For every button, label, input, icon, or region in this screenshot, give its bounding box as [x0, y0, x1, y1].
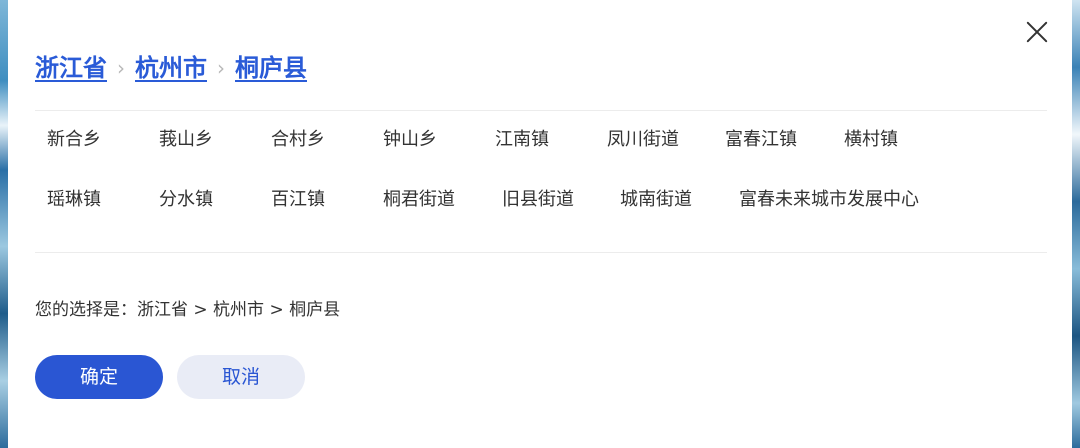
- region-item[interactable]: 富春未来城市发展中心: [739, 182, 919, 218]
- region-item[interactable]: 富春江镇: [725, 122, 797, 158]
- region-item[interactable]: 莪山乡: [159, 122, 213, 158]
- region-row-1: 新合乡 莪山乡 合村乡 钟山乡 江南镇 凤川街道 富春江镇 横村镇: [35, 122, 1047, 158]
- region-row-2: 瑶琳镇 分水镇 百江镇 桐君街道 旧县街道 城南街道 富春未来城市发展中心: [35, 182, 1047, 218]
- divider-bottom: [35, 252, 1047, 253]
- region-item[interactable]: 桐君街道: [383, 182, 455, 218]
- cancel-button[interactable]: 取消: [177, 355, 305, 399]
- region-item[interactable]: 分水镇: [159, 182, 213, 218]
- region-item[interactable]: 城南街道: [620, 182, 692, 218]
- region-item[interactable]: 凤川街道: [607, 122, 679, 158]
- selection-summary: 您的选择是：浙江省 > 杭州市 > 桐庐县: [35, 300, 341, 320]
- breadcrumb-county[interactable]: 桐庐县: [235, 50, 307, 86]
- breadcrumb: 浙江省 › 杭州市 › 桐庐县: [35, 50, 307, 86]
- close-icon[interactable]: [1024, 19, 1050, 45]
- chevron-right-icon: ›: [117, 56, 125, 80]
- region-item[interactable]: 百江镇: [271, 182, 325, 218]
- region-item[interactable]: 旧县街道: [502, 182, 574, 218]
- chevron-right-icon: ›: [217, 56, 225, 80]
- region-item[interactable]: 瑶琳镇: [47, 182, 101, 218]
- region-picker-dialog: 浙江省 › 杭州市 › 桐庐县 新合乡 莪山乡 合村乡 钟山乡 江南镇 凤川街道…: [8, 0, 1072, 448]
- breadcrumb-city[interactable]: 杭州市: [135, 50, 207, 86]
- divider-top: [35, 110, 1047, 111]
- region-item[interactable]: 合村乡: [271, 122, 325, 158]
- confirm-button[interactable]: 确定: [35, 355, 163, 399]
- region-item[interactable]: 新合乡: [47, 122, 101, 158]
- region-item[interactable]: 钟山乡: [383, 122, 437, 158]
- region-item[interactable]: 江南镇: [495, 122, 549, 158]
- region-item[interactable]: 横村镇: [844, 122, 898, 158]
- breadcrumb-province[interactable]: 浙江省: [35, 50, 107, 86]
